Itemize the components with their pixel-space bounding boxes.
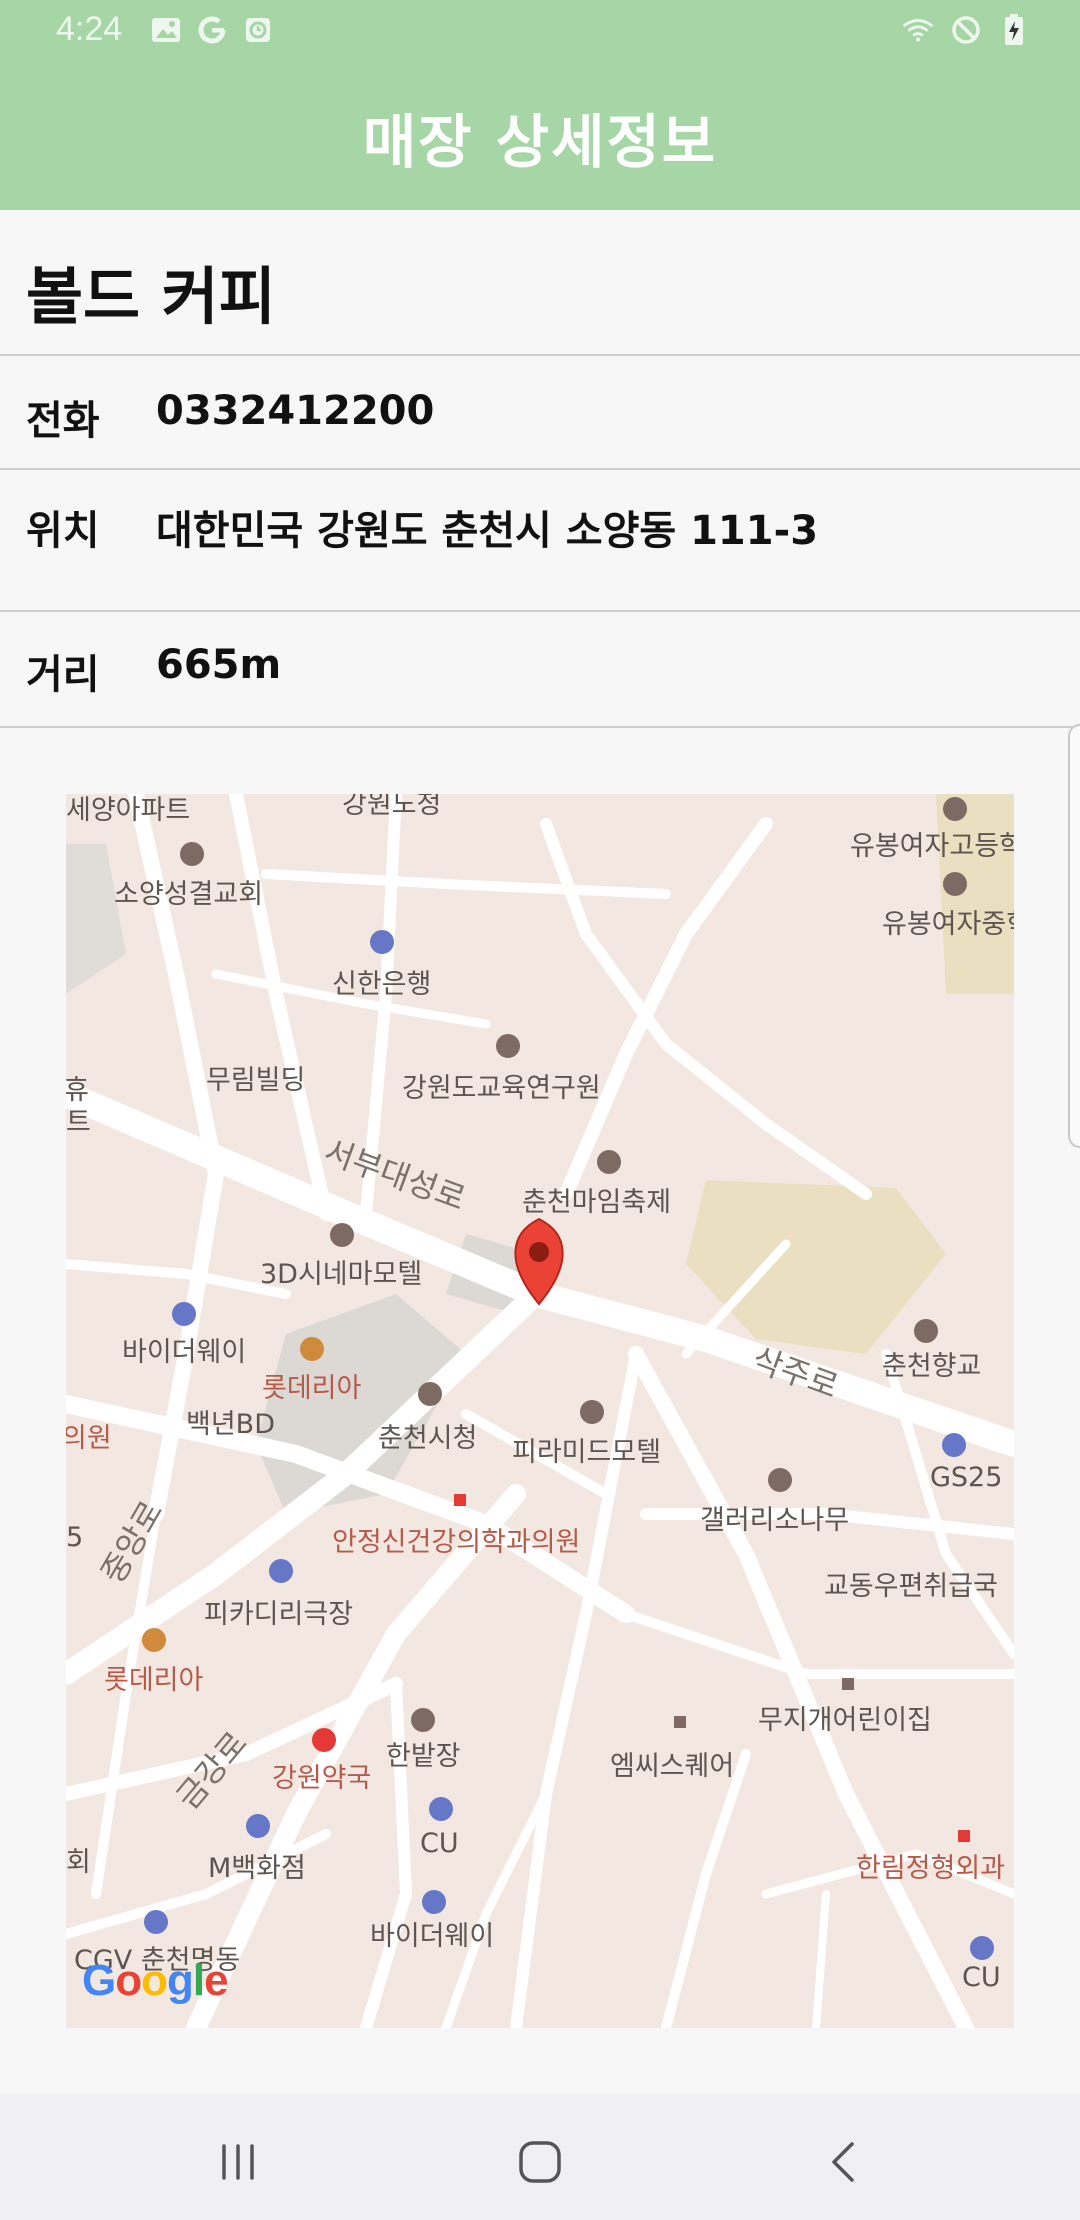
- edge-panel-handle[interactable]: [1068, 724, 1080, 1148]
- status-time: 4:24: [56, 10, 123, 48]
- map-label: 춘천마임축제: [522, 1187, 672, 1218]
- map-label: 피라미드모텔: [512, 1437, 662, 1468]
- distance-row: 거리 665m: [0, 612, 1080, 728]
- map-label: 소양성결교회: [114, 879, 264, 910]
- map-label: 유봉여자중학교: [882, 909, 1014, 940]
- map-label: 무림빌딩: [206, 1065, 306, 1096]
- app-bar: 매장 상세정보: [0, 64, 1080, 210]
- phone-label: 전화: [26, 398, 100, 444]
- map-label: 백년BD: [186, 1409, 275, 1440]
- map-label: 무지개어린이집: [758, 1705, 932, 1736]
- gallery-icon: [150, 14, 182, 46]
- map-label: M백화점: [208, 1853, 306, 1884]
- map-label: 회: [66, 1847, 91, 1878]
- clock-app-icon: [242, 14, 274, 46]
- map-label: 세양아파트: [66, 795, 191, 826]
- map-label: CU: [962, 1962, 1001, 1993]
- map-label: 피카디리극장: [204, 1599, 354, 1630]
- google-logo: Google: [82, 1956, 229, 2005]
- map-label: 바이더웨이: [370, 1921, 495, 1952]
- location-label: 위치: [26, 508, 100, 554]
- recent-apps-icon[interactable]: [214, 2138, 262, 2186]
- map-label: 유봉여자고등학교: [850, 831, 1014, 862]
- map-label: 강원도교육연구원: [402, 1073, 601, 1104]
- map-label: 엠씨스퀘어: [610, 1751, 735, 1782]
- status-bar: 4:24: [0, 0, 1080, 64]
- wifi-icon: [902, 14, 934, 46]
- map-label: 롯데리아: [104, 1665, 204, 1696]
- store-name-row: 볼드 커피: [0, 210, 1080, 356]
- system-nav-bar: [0, 2094, 1080, 2220]
- map-label: 안정신건강의학과의원: [332, 1527, 581, 1558]
- map-label: 3D시네마모텔: [260, 1259, 423, 1290]
- map-label: 의원: [66, 1423, 112, 1454]
- map-label: 트: [66, 1107, 91, 1138]
- location-value: 대한민국 강원도 춘천시 소양동 111-3: [156, 508, 819, 554]
- map-label: 5: [66, 1522, 84, 1553]
- map-label: 교동우편취급국: [824, 1571, 998, 1602]
- do-not-disturb-icon: [950, 14, 982, 46]
- phone-row[interactable]: 전화 0332412200: [0, 356, 1080, 470]
- battery-charging-icon: [998, 14, 1030, 46]
- back-icon[interactable]: [820, 2138, 868, 2186]
- location-row: 위치 대한민국 강원도 춘천시 소양동 111-3: [0, 470, 1080, 612]
- map-label: GS25: [930, 1462, 1003, 1493]
- phone-value[interactable]: 0332412200: [156, 388, 434, 434]
- map-label: 롯데리아: [262, 1373, 362, 1404]
- map-label: 한림정형외과: [856, 1853, 1006, 1884]
- home-icon[interactable]: [516, 2138, 564, 2186]
- map-label: 신한은행: [332, 969, 432, 1000]
- google-icon: [196, 14, 228, 46]
- map-label: CU: [420, 1828, 459, 1859]
- page-title: 매장 상세정보: [362, 108, 718, 176]
- map-label: 춘천향교: [882, 1351, 982, 1382]
- map-view[interactable]: 세양아파트 강원도청 유봉여자고등학교 소양성결교회 유봉여자중학교 신한은행 …: [66, 794, 1014, 2028]
- map-label: 강원도청: [342, 794, 442, 820]
- map-label: 바이더웨이: [122, 1337, 247, 1368]
- map-label: 갤러리소나무: [700, 1505, 850, 1536]
- store-name: 볼드 커피: [26, 260, 276, 333]
- distance-label: 거리: [26, 652, 100, 698]
- distance-value: 665m: [156, 642, 282, 688]
- map-label: 춘천시청: [378, 1423, 478, 1454]
- map-label: 강원약국: [272, 1763, 372, 1794]
- map-label: 한밭장: [386, 1741, 461, 1772]
